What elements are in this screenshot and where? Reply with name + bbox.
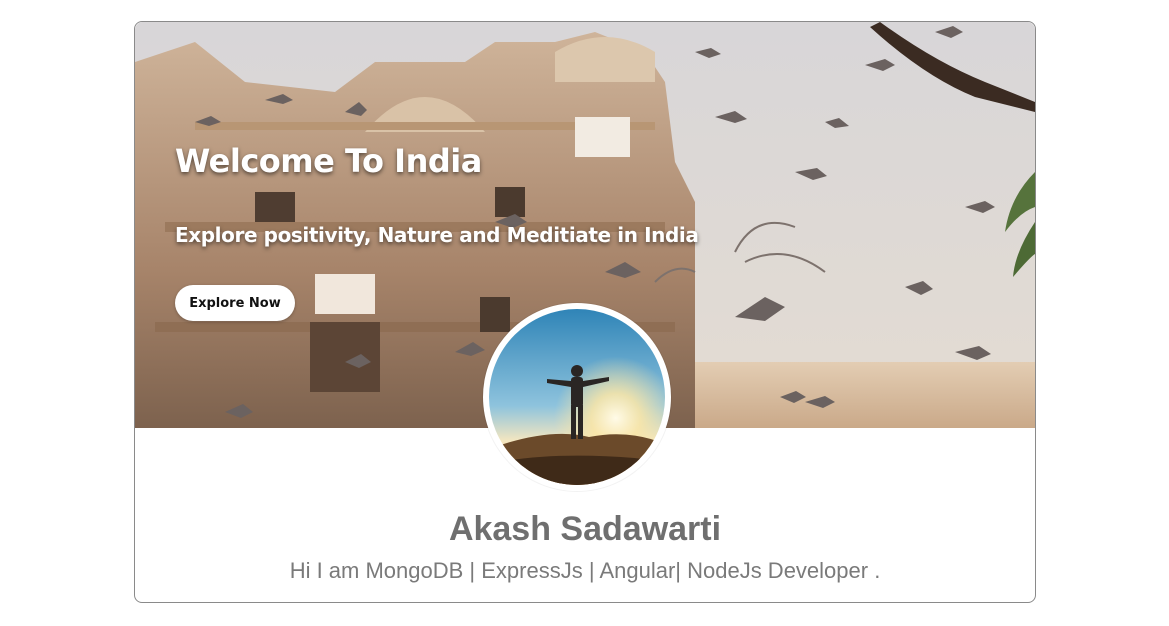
hero-subtitle: Explore positivity, Nature and Meditiate… [175,223,699,247]
profile-name: Akash Sadawarti [448,510,722,548]
avatar [483,303,671,491]
avatar-image [489,309,665,485]
explore-now-button[interactable]: Explore Now [175,285,295,321]
profile-card: Welcome To India Explore positivity, Nat… [134,21,1036,603]
hero-title: Welcome To India [175,142,482,180]
profile-bio: Hi I am MongoDB | ExpressJs | Angular| N… [289,558,881,583]
